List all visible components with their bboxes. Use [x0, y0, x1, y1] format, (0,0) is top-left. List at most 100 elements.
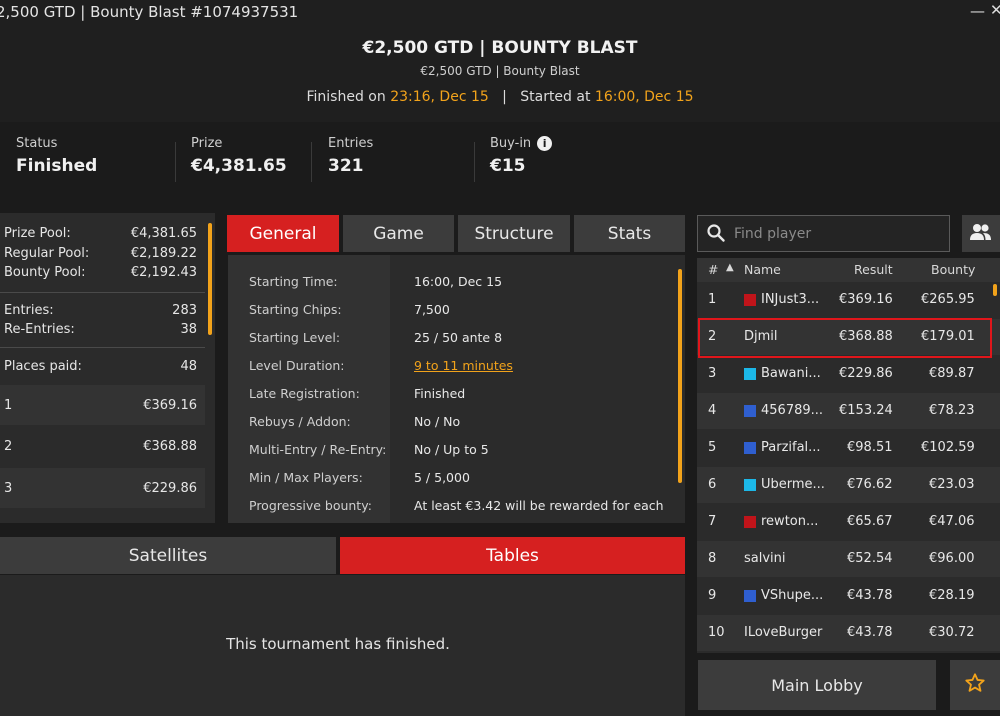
player-search[interactable] [697, 215, 950, 252]
info-label: Starting Level: [249, 330, 341, 345]
info-row: Progressive bounty: At least €3.42 will … [228, 492, 678, 520]
player-row[interactable]: 8 salvini €52.54 €96.00 [697, 541, 1000, 577]
player-rank: 7 [708, 514, 717, 529]
started-value: 16:00, Dec 15 [594, 89, 694, 105]
tab-structure[interactable]: Structure [458, 215, 570, 252]
tab-stats[interactable]: Stats [574, 215, 685, 252]
player-rank: 3 [708, 366, 717, 381]
player-row[interactable]: 9 VShupe... €43.78 €28.19 [697, 578, 1000, 614]
reentries-label: Re-Entries: [4, 322, 75, 337]
divider [474, 142, 475, 182]
player-row[interactable]: 1 INJust3... €369.16 €265.95 [697, 282, 1000, 318]
payout-row: 2 €368.88 [0, 426, 205, 466]
flag-icon [744, 368, 756, 380]
general-panel-scrollbar[interactable] [678, 269, 682, 483]
player-result: €369.16 [839, 292, 893, 307]
player-row[interactable]: 6 Uberme... €76.62 €23.03 [697, 467, 1000, 503]
places-paid-row: Places paid: 48 [4, 359, 197, 374]
players-scrollbar[interactable] [993, 284, 997, 296]
main-lobby-button[interactable]: Main Lobby [698, 660, 936, 710]
divider [175, 142, 176, 182]
info-value: No / No [414, 414, 461, 429]
status-value: Finished [16, 156, 98, 176]
prize-stat: Prize €4,381.65 [191, 136, 287, 176]
finished-message: This tournament has finished. [226, 635, 450, 653]
bounty-pool-label: Bounty Pool: [4, 265, 86, 280]
flag-icon [744, 516, 756, 528]
level-duration-link[interactable]: 9 to 11 minutes [414, 358, 513, 373]
tab-satellites[interactable]: Satellites [0, 537, 336, 574]
tournament-title: €2,500 GTD | BOUNTY BLAST [362, 38, 638, 58]
prize-pool-value: €4,381.65 [130, 226, 197, 241]
player-rank: 9 [708, 588, 717, 603]
reentries-row: Re-Entries: 38 [4, 322, 197, 337]
info-label: Rebuys / Addon: [249, 414, 351, 429]
entries-stat: Entries 321 [328, 136, 373, 176]
player-rank: 1 [708, 292, 717, 307]
player-name: ILoveBurger [744, 625, 823, 640]
prize-pool-row: Prize Pool: €4,381.65 [4, 226, 197, 241]
col-bounty[interactable]: Bounty [931, 262, 975, 277]
search-input[interactable] [734, 224, 939, 244]
buyin-value: €15 [490, 156, 526, 176]
info-value: 25 / 50 ante 8 [414, 330, 503, 345]
col-result[interactable]: Result [854, 262, 893, 277]
player-row[interactable]: 5 Parzifal... €98.51 €102.59 [697, 430, 1000, 466]
flag-icon [744, 479, 756, 491]
info-row: Starting Level: 25 / 50 ante 8 [228, 324, 678, 352]
entries-value: 321 [328, 156, 364, 176]
player-name: INJust3... [761, 292, 820, 307]
payout-amount: €229.86 [143, 480, 197, 496]
users-icon [970, 223, 992, 245]
tab-game[interactable]: Game [343, 215, 454, 252]
info-row: Multi-Entry / Re-Entry: No / Up to 5 [228, 436, 678, 464]
player-result: €98.51 [847, 440, 893, 455]
player-result: €65.67 [847, 514, 893, 529]
prize-panel-scrollbar[interactable] [208, 223, 212, 335]
buyin-label: Buy-in [490, 136, 532, 151]
info-label: Min / Max Players: [249, 470, 363, 485]
regular-pool-label: Regular Pool: [4, 246, 90, 261]
flag-icon [744, 294, 756, 306]
player-name: Parzifal... [761, 440, 821, 455]
status-stat: Status Finished [16, 136, 97, 176]
info-value: At least €3.42 will be rewarded for each [414, 498, 664, 513]
sort-icon[interactable]: ▲ [726, 262, 734, 273]
entries-value: 283 [172, 303, 197, 318]
entries-label: Entries: [4, 303, 54, 318]
tab-general[interactable]: General [227, 215, 339, 252]
favorite-button[interactable] [950, 660, 1000, 710]
tab-tables[interactable]: Tables [340, 537, 685, 574]
player-bounty: €102.59 [921, 440, 975, 455]
finished-label: Finished on [306, 89, 386, 105]
players-button[interactable] [962, 215, 1000, 252]
info-label: Progressive bounty: [249, 498, 372, 513]
flag-icon [744, 590, 756, 602]
prize-pool-panel: Prize Pool: €4,381.65 Regular Pool: €2,1… [0, 213, 215, 523]
player-bounty: €96.00 [929, 551, 975, 566]
bounty-pool-row: Bounty Pool: €2,192.43 [4, 265, 197, 280]
player-row[interactable]: 3 Bawani... €229.86 €89.87 [697, 356, 1000, 392]
payout-amount: €368.88 [143, 438, 197, 454]
tournament-times: Finished on 23:16, Dec 15 | Started at 1… [0, 89, 1000, 105]
player-row[interactable]: 7 rewton... €65.67 €47.06 [697, 504, 1000, 540]
player-row[interactable]: 10 ILoveBurger €43.78 €30.72 [697, 615, 1000, 651]
player-result: €52.54 [847, 551, 893, 566]
flag-icon [744, 405, 756, 417]
col-name[interactable]: Name [744, 262, 781, 277]
divider [0, 347, 205, 348]
minimize-icon[interactable]: — [970, 2, 985, 20]
col-rank[interactable]: # [708, 262, 718, 277]
player-name: rewton... [761, 514, 819, 529]
player-bounty: €28.19 [929, 588, 975, 603]
highlight-box [698, 318, 992, 358]
info-value: 5 / 5,000 [414, 470, 470, 485]
close-icon[interactable]: ✕ [990, 1, 1000, 19]
info-icon[interactable]: i [537, 136, 553, 151]
player-rank: 4 [708, 403, 717, 418]
divider [311, 142, 312, 182]
player-result: €153.24 [839, 403, 893, 418]
player-row[interactable]: 4 456789... €153.24 €78.23 [697, 393, 1000, 429]
started-label: Started at [520, 89, 591, 105]
player-rank: 8 [708, 551, 717, 566]
